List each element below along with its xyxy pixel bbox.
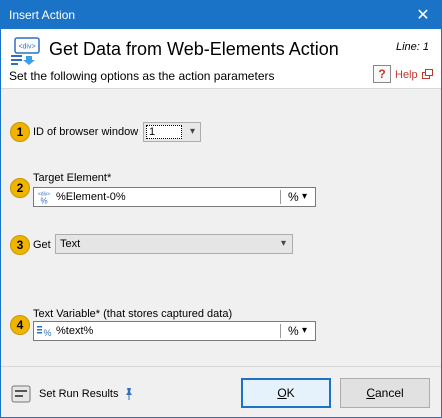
element-icon: <div> %: [38, 192, 50, 205]
field-separator: [280, 190, 281, 204]
browser-window-id-select[interactable]: 1 ▾: [143, 122, 201, 142]
text-variable-label: Text Variable* (that stores captured dat…: [33, 308, 233, 320]
chevron-down-icon[interactable]: ▾: [302, 191, 307, 202]
cancel-mnemonic: C: [366, 386, 375, 400]
field-separator: [280, 324, 281, 338]
target-element-label: Target Element*: [33, 172, 112, 184]
text-variable-field[interactable]: % %text% % ▾: [33, 321, 316, 341]
variable-button[interactable]: %: [288, 324, 299, 338]
step-badge-1: 1: [10, 122, 30, 142]
insert-action-dialog: Insert Action ✕ <div> Get Data from Web-…: [0, 0, 442, 418]
action-title: Get Data from Web-Elements Action: [49, 39, 339, 59]
chevron-down-icon: ▾: [189, 126, 195, 137]
action-subtitle: Set the following options as the action …: [9, 69, 275, 83]
step-badge-3: 3: [10, 235, 30, 255]
run-results-icon[interactable]: [11, 385, 31, 403]
step-badge-4: 4: [10, 315, 30, 335]
cancel-button[interactable]: Cancel: [340, 378, 430, 408]
cancel-label-rest: ancel: [374, 386, 404, 400]
target-element-value: %Element-0%: [56, 191, 126, 203]
help-icon[interactable]: ?: [373, 65, 391, 83]
help-link[interactable]: Help: [395, 69, 418, 81]
get-value: Text: [60, 238, 81, 250]
window-title: Insert Action: [9, 8, 76, 22]
line-number-label: Line: 1: [395, 41, 429, 53]
get-label: Get: [33, 239, 51, 251]
variable-icon: %: [37, 326, 52, 338]
ok-mnemonic: O: [277, 386, 287, 400]
svg-text:%: %: [43, 328, 51, 338]
title-bar: Insert Action ✕: [1, 1, 441, 29]
ok-button[interactable]: OK: [241, 378, 331, 408]
browser-window-id-value: 1: [146, 125, 182, 139]
set-run-results-link[interactable]: Set Run Results: [39, 388, 118, 400]
action-header: <div> Get Data from Web-Elements Action …: [1, 29, 441, 89]
target-element-field[interactable]: <div> % %Element-0% % ▾: [33, 187, 316, 207]
text-variable-value: %text%: [56, 325, 94, 337]
svg-text:<div>: <div>: [18, 44, 35, 51]
pin-icon[interactable]: [124, 387, 134, 401]
dialog-footer: Set Run Results OK Cancel: [1, 366, 441, 417]
step-badge-2: 2: [10, 178, 30, 198]
close-icon[interactable]: ✕: [405, 1, 441, 29]
svg-text:%: %: [40, 197, 47, 205]
get-select[interactable]: Text ▾: [55, 234, 293, 254]
chevron-down-icon[interactable]: ▾: [302, 325, 307, 336]
ok-label-rest: K: [286, 386, 295, 400]
browser-window-id-label: ID of browser window: [33, 126, 139, 138]
popout-icon[interactable]: [422, 69, 433, 79]
variable-button[interactable]: %: [288, 190, 299, 204]
div-element-icon: <div>: [11, 37, 40, 65]
chevron-down-icon: ▾: [280, 238, 286, 249]
